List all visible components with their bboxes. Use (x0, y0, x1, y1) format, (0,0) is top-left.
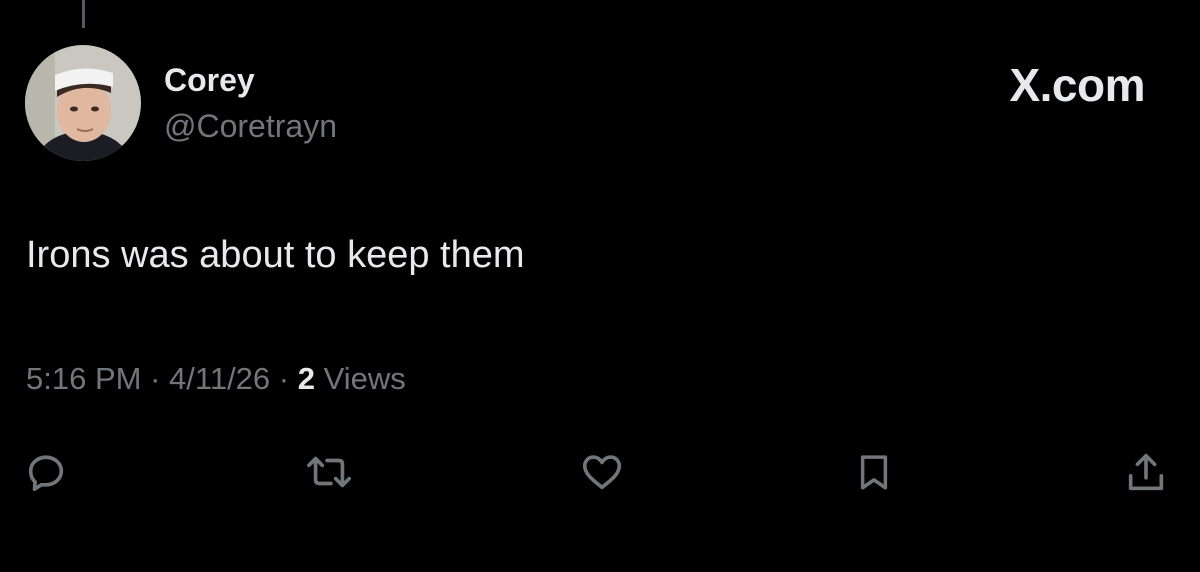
tweet-date[interactable]: 4/11/26 (169, 361, 270, 396)
tweet-meta: 5:16 PM · 4/11/26 · 2 Views (26, 360, 406, 398)
like-icon (582, 455, 622, 490)
bookmark-button[interactable] (848, 446, 900, 498)
author-handle[interactable]: @Coretrayn (164, 108, 337, 144)
avatar-image (25, 45, 141, 161)
meta-separator: · (278, 361, 290, 396)
share-button[interactable] (1120, 446, 1172, 498)
reply-icon (28, 455, 64, 492)
retweet-button[interactable] (303, 446, 355, 498)
thread-connector-line (82, 0, 85, 28)
like-button[interactable] (576, 446, 628, 498)
brand-logo: X.com (1009, 59, 1145, 111)
tweet-text: Irons was about to keep them (26, 234, 525, 276)
views-count[interactable]: 2 (298, 361, 315, 396)
bookmark-icon (860, 455, 888, 490)
avatar[interactable] (25, 45, 141, 161)
tweet-time[interactable]: 5:16 PM (26, 361, 141, 396)
action-bar (0, 446, 1200, 498)
share-icon (1128, 453, 1164, 491)
meta-separator: · (150, 361, 161, 396)
views-label: Views (323, 361, 406, 396)
reply-button[interactable] (20, 446, 72, 498)
retweet-icon (307, 456, 351, 488)
author-name[interactable]: Corey (164, 62, 255, 98)
